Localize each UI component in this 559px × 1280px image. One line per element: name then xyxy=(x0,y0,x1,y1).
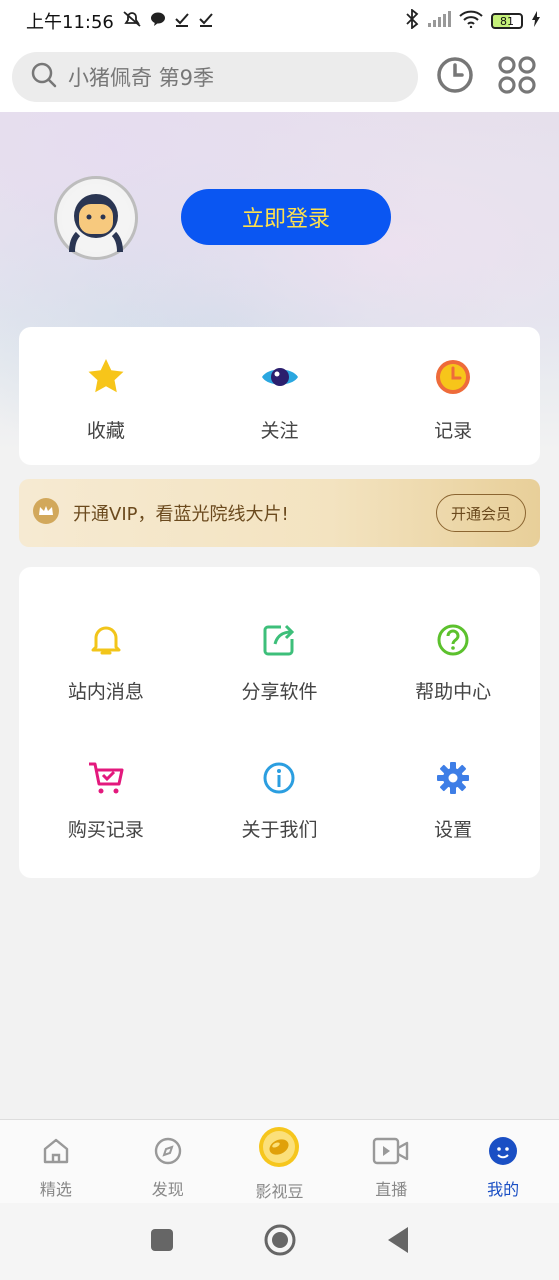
history-icon[interactable] xyxy=(434,54,478,98)
share-icon xyxy=(261,622,297,663)
nav-tab-live[interactable]: 直播 xyxy=(335,1120,447,1203)
search-icon xyxy=(30,61,58,94)
home-icon xyxy=(41,1136,71,1170)
menu-item-messages[interactable]: 站内消息 xyxy=(19,622,193,704)
chat-icon xyxy=(150,11,166,31)
system-nav-bar xyxy=(0,1203,559,1280)
quick-action-label: 关注 xyxy=(260,420,299,442)
check-icon xyxy=(198,11,214,31)
vip-promo-text: 开通VIP，看蓝光院线大片! xyxy=(73,504,289,525)
nav-label: 影视豆 xyxy=(255,1182,304,1201)
nav-tab-discover[interactable]: 发现 xyxy=(112,1120,224,1203)
eye-icon xyxy=(260,357,300,402)
profile-icon xyxy=(488,1136,518,1170)
nav-label: 直播 xyxy=(375,1180,408,1199)
vip-banner[interactable]: 开通VIP，看蓝光院线大片! 开通会员 xyxy=(19,479,540,547)
menu-item-label: 帮助中心 xyxy=(415,681,492,703)
quick-action-label: 收藏 xyxy=(86,420,125,442)
cart-icon xyxy=(87,760,125,801)
menu-item-label: 购买记录 xyxy=(67,819,144,841)
default-avatar-icon xyxy=(62,184,130,253)
compass-icon xyxy=(153,1136,183,1170)
avatar[interactable] xyxy=(54,176,138,260)
home-button-icon[interactable] xyxy=(264,1224,296,1260)
wifi-icon xyxy=(459,10,483,32)
search-input[interactable]: 小猪佩奇 第9季 xyxy=(12,52,418,102)
video-icon xyxy=(372,1136,410,1170)
quick-action-favorites[interactable]: 收藏 xyxy=(19,327,193,465)
mute-icon xyxy=(122,10,142,32)
quick-actions-card: 收藏 关注 记录 xyxy=(19,327,540,465)
help-icon xyxy=(435,622,471,663)
nav-label: 发现 xyxy=(151,1180,184,1199)
search-placeholder: 小猪佩奇 第9季 xyxy=(68,66,215,90)
check-icon xyxy=(174,11,190,31)
star-icon xyxy=(86,357,126,402)
apps-grid-icon[interactable] xyxy=(496,54,540,98)
bean-icon xyxy=(258,1126,300,1172)
menu-card: 站内消息 分享软件 帮助中心 购买记录 关于我们 设置 xyxy=(19,567,540,878)
recents-icon[interactable] xyxy=(150,1228,174,1256)
menu-item-help[interactable]: 帮助中心 xyxy=(366,622,540,704)
nav-label: 我的 xyxy=(487,1180,520,1199)
menu-item-share[interactable]: 分享软件 xyxy=(193,622,367,704)
charging-icon xyxy=(531,11,541,31)
battery-icon: 81 xyxy=(491,13,523,29)
menu-item-purchases[interactable]: 购买记录 xyxy=(19,760,193,842)
info-icon xyxy=(261,760,297,801)
menu-item-label: 站内消息 xyxy=(67,681,144,703)
status-bar: 上午11:56 81 xyxy=(0,0,559,42)
quick-action-history[interactable]: 记录 xyxy=(366,327,540,465)
clock-icon xyxy=(433,357,473,402)
menu-item-about[interactable]: 关于我们 xyxy=(193,760,367,842)
header: 小猪佩奇 第9季 xyxy=(0,42,559,112)
nav-tab-mine[interactable]: 我的 xyxy=(447,1120,559,1203)
menu-item-label: 关于我们 xyxy=(241,819,318,841)
nav-tab-beans[interactable]: 影视豆 xyxy=(224,1120,336,1203)
menu-item-settings[interactable]: 设置 xyxy=(366,760,540,842)
bottom-nav: 精选 发现 影视豆 直播 我的 xyxy=(0,1119,559,1203)
gear-icon xyxy=(435,760,471,801)
quick-action-following[interactable]: 关注 xyxy=(193,327,367,465)
status-time: 上午11:56 xyxy=(26,12,114,33)
nav-label: 精选 xyxy=(39,1180,72,1199)
menu-item-label: 分享软件 xyxy=(241,681,318,703)
open-vip-button[interactable]: 开通会员 xyxy=(436,494,526,532)
menu-item-label: 设置 xyxy=(434,819,473,841)
back-icon[interactable] xyxy=(386,1226,410,1258)
bluetooth-icon xyxy=(405,8,419,33)
quick-action-label: 记录 xyxy=(434,420,473,442)
login-button[interactable]: 立即登录 xyxy=(181,189,391,245)
bell-icon xyxy=(88,622,124,663)
nav-tab-featured[interactable]: 精选 xyxy=(0,1120,112,1203)
signal-icon xyxy=(427,11,451,31)
crown-icon xyxy=(33,497,59,529)
